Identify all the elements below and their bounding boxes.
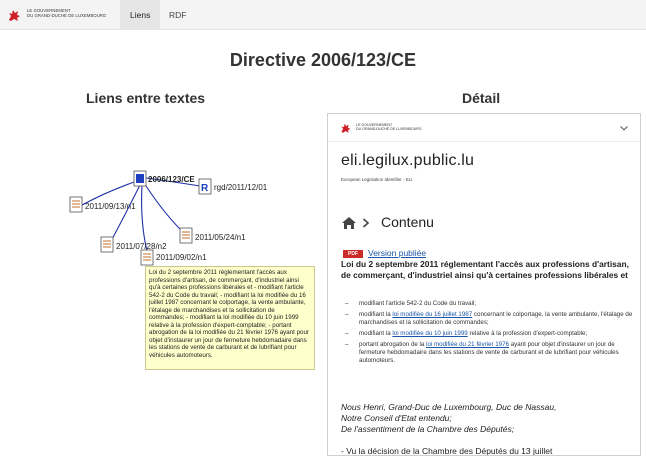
amendment-list: modifiant l'article 542-2 du Code du tra… <box>341 300 633 368</box>
detail-pane[interactable]: LE GOUVERNEMENT DU GRAND-DUCHÉ DE LUXEMB… <box>327 113 641 456</box>
n3-node-icon[interactable] <box>179 227 193 244</box>
pdf-icon[interactable]: PDF <box>343 250 363 258</box>
visa-line: - Vu la décision de la Chambre des Déput… <box>341 446 553 456</box>
edge-n2 <box>109 182 142 244</box>
site-subtitle: European Legislation Identifier - ELI <box>341 177 413 182</box>
home-icon[interactable] <box>341 216 357 230</box>
n4-node-label[interactable]: 2011/09/02/n1 <box>156 253 207 262</box>
list-item: modifiant la loi modifiée du 16 juillet … <box>341 311 633 327</box>
breadcrumb-label: Contenu <box>381 214 434 230</box>
chevron-down-icon[interactable] <box>620 124 628 132</box>
list-item: modifiant l'article 542-2 du Code du tra… <box>341 300 633 308</box>
law-link-1999[interactable]: loi modifiée du 10 juin 1999 <box>392 330 467 337</box>
list-item: portant abrogation de la loi modifiée du… <box>341 341 633 365</box>
n2-node-icon[interactable] <box>100 236 114 253</box>
center-node-label[interactable]: 2006/123/CE <box>148 175 195 184</box>
rgd-node-label[interactable]: rgd/2011/12/01 <box>214 183 267 192</box>
node-tooltip: Loi du 2 septembre 2011 réglementant l'a… <box>145 266 315 370</box>
chevron-right-icon <box>362 218 370 228</box>
n4-node-icon[interactable] <box>140 249 154 266</box>
detail-logo-text: LE GOUVERNEMENT DU GRAND-DUCHÉ DE LUXEMB… <box>356 123 422 132</box>
rgd-node-icon[interactable]: R <box>198 178 212 195</box>
law-link-1976[interactable]: loi modifiée du 21 février 1976 <box>426 341 509 348</box>
preamble: Nous Henri, Grand-Duc de Luxembourg, Duc… <box>341 402 557 434</box>
law-title: Loi du 2 septembre 2011 réglementant l'a… <box>341 259 629 280</box>
site-name[interactable]: eli.legilux.public.lu <box>341 152 474 170</box>
n2-node-label[interactable]: 2011/07/28/n2 <box>116 242 167 251</box>
lion-logo-icon <box>341 123 351 133</box>
edge-n3 <box>143 182 186 235</box>
n1-node-icon[interactable] <box>69 196 83 213</box>
law-link-1987[interactable]: loi modifiée du 16 juillet 1987 <box>392 311 472 318</box>
version-link[interactable]: Version publiée <box>368 248 426 258</box>
list-item: modifiant la loi modifiée du 10 juin 199… <box>341 330 633 338</box>
center-node-icon[interactable] <box>133 170 147 187</box>
n1-node-label[interactable]: 2011/09/13/n1 <box>85 202 136 211</box>
detail-header: LE GOUVERNEMENT DU GRAND-DUCHÉ DE LUXEMB… <box>328 114 640 142</box>
svg-text:R: R <box>201 183 209 194</box>
n3-node-label[interactable]: 2011/05/24/n1 <box>195 233 246 242</box>
